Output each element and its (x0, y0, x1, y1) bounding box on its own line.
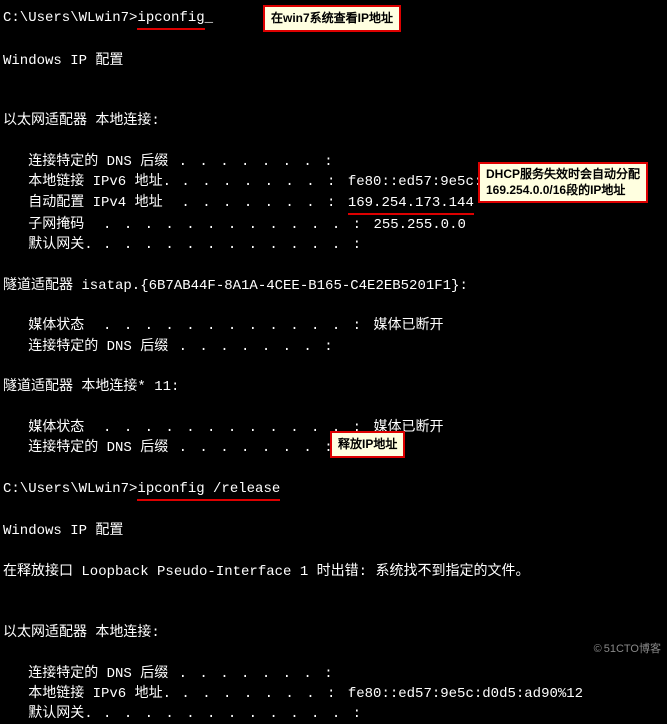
command-release: ipconfig /release (137, 479, 280, 501)
ip-config-header-2: Windows IP 配置 (3, 521, 664, 541)
adapter1-mask: 子网掩码 . . . . . . . . . . . . : 255.255.0… (3, 215, 664, 235)
blank (3, 542, 664, 562)
blank (3, 132, 664, 152)
adapter4-ipv6: 本地链接 IPv6 地址. . . . . . . . : fe80::ed57… (3, 684, 664, 704)
blank (3, 459, 664, 479)
prompt-line-2: C:\Users\WLwin7>ipconfig /release (3, 479, 664, 501)
blank (3, 501, 664, 521)
blank (3, 30, 664, 50)
blank (3, 398, 664, 418)
adapter1-title: 以太网适配器 本地连接: (3, 111, 664, 131)
apipa-address: 169.254.173.144 (348, 193, 474, 215)
ip-config-header: Windows IP 配置 (3, 51, 664, 71)
command-ipconfig: ipconfig (137, 8, 204, 30)
annotation-release-ip: 释放IP地址 (330, 431, 405, 458)
adapter4-gateway: 默认网关. . . . . . . . . . . . . : (3, 704, 664, 724)
adapter1-gateway: 默认网关. . . . . . . . . . . . . : (3, 235, 664, 255)
adapter3-title: 隧道适配器 本地连接* 11: (3, 377, 664, 397)
prompt-path: C:\Users\WLwin7> (3, 481, 137, 497)
blank (3, 296, 664, 316)
adapter4-title: 以太网适配器 本地连接: (3, 623, 664, 643)
blank (3, 256, 664, 276)
watermark: 51CTO博客 (594, 642, 661, 658)
blank (3, 91, 664, 111)
release-error: 在释放接口 Loopback Pseudo-Interface 1 时出错: 系… (3, 562, 664, 582)
adapter4-dns: 连接特定的 DNS 后缀 . . . . . . . : (3, 664, 664, 684)
blank (3, 357, 664, 377)
adapter2-dns: 连接特定的 DNS 后缀 . . . . . . . : (3, 337, 664, 357)
prompt-path: C:\Users\WLwin7> (3, 10, 137, 26)
annotation-apipa: DHCP服务失效时会自动分配169.254.0.0/16段的IP地址 (478, 162, 648, 203)
annotation-view-ip: 在win7系统查看IP地址 (263, 5, 401, 32)
adapter2-media: 媒体状态 . . . . . . . . . . . . : 媒体已断开 (3, 316, 664, 336)
blank (3, 582, 664, 602)
adapter2-title: 隧道适配器 isatap.{6B7AB44F-8A1A-4CEE-B165-C4… (3, 276, 664, 296)
blank (3, 643, 664, 663)
blank (3, 603, 664, 623)
blank (3, 71, 664, 91)
